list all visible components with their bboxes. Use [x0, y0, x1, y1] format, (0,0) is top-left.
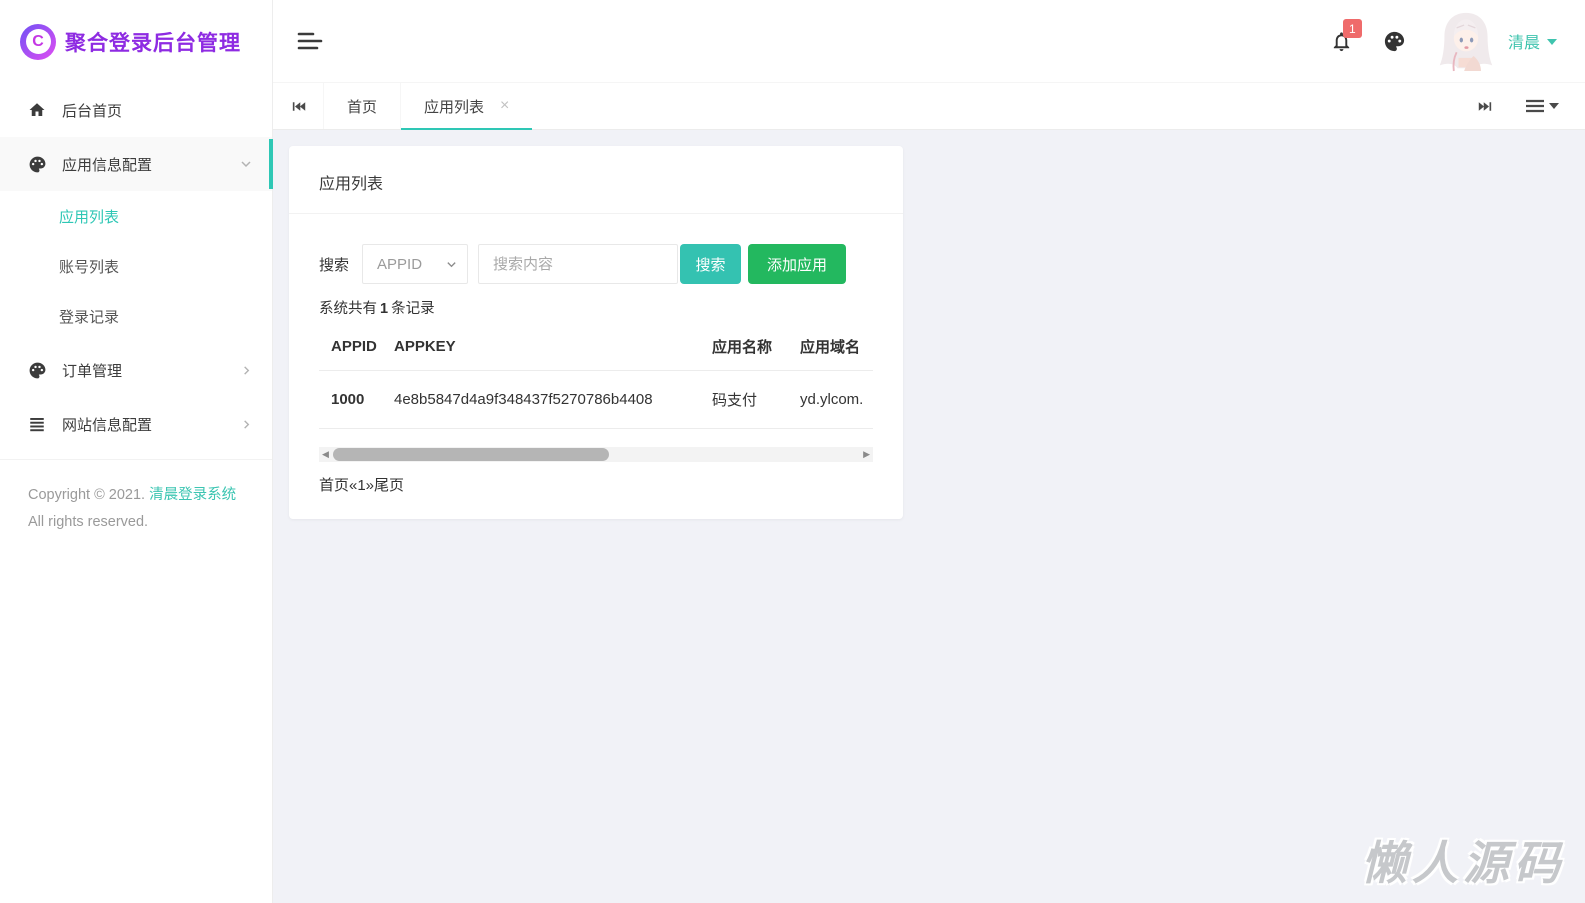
caret-down-icon [1547, 39, 1557, 45]
scroll-right-arrow-icon[interactable]: ▶ [863, 450, 870, 459]
sidebar-item-label: 后台首页 [62, 102, 123, 120]
notification-bell-icon[interactable]: 1 [1330, 18, 1362, 53]
list-icon [27, 415, 47, 433]
topbar: 1 清晨 [273, 0, 1585, 83]
copyright-text: Copyright © 2021. 清晨登录系统 All rights rese… [0, 460, 272, 536]
caret-down-icon [1549, 103, 1559, 109]
notification-badge: 1 [1342, 18, 1362, 38]
table-row: 1000 4e8b5847d4a9f348437f5270786b4408 码支… [319, 370, 873, 429]
brand-title: 聚合登录后台管理 [65, 31, 241, 55]
sidebar-item-dashboard[interactable]: 后台首页 [0, 83, 272, 137]
tabs-menu-icon[interactable] [1526, 99, 1559, 113]
brand-logo-icon: C [20, 23, 56, 60]
sidebar-menu: 后台首页 应用信息配置 应用列表 账号列表 登录记录 订单管理 网站信息配置 [0, 83, 273, 451]
tabbar-right [1445, 83, 1585, 129]
summary-count: 1 [380, 301, 389, 317]
search-form: 搜索 APPID 搜索 添加应用 [319, 244, 873, 284]
search-field-select[interactable]: APPID [362, 244, 469, 284]
sidebar-item-label: 订单管理 [62, 362, 123, 380]
copyright-prefix: Copyright © 2021. [28, 487, 146, 503]
sidebar-subitem-label: 应用列表 [59, 208, 120, 226]
sidebar-item-label: 应用信息配置 [62, 156, 153, 174]
app-list-card: 应用列表 搜索 APPID 搜索 添加应用 [289, 146, 903, 519]
chevron-right-icon [241, 419, 252, 430]
sidebar-subitem-account-list[interactable]: 账号列表 [0, 241, 272, 291]
record-summary: 系统共有 1 条记录 [319, 297, 873, 318]
sidebar-item-site-config[interactable]: 网站信息配置 [0, 397, 272, 451]
tab-app-list[interactable]: 应用列表 × [400, 83, 533, 130]
cell-appkey: 4e8b5847d4a9f348437f5270786b4408 [393, 370, 711, 429]
watermark-text: 懒人源码 [1361, 837, 1565, 889]
cell-app-name: 码支付 [711, 370, 799, 429]
tabs-scroll-left-icon[interactable] [273, 83, 323, 129]
content-area: 应用列表 搜索 APPID 搜索 添加应用 [273, 130, 1585, 903]
close-icon[interactable]: × [500, 98, 509, 114]
copyright-suffix: All rights reserved. [28, 514, 149, 530]
horizontal-scrollbar[interactable]: ◀ ▶ [319, 447, 873, 462]
summary-suffix: 条记录 [391, 301, 435, 317]
home-icon [27, 101, 47, 119]
sidebar-submenu: 应用列表 账号列表 登录记录 [0, 191, 272, 341]
scroll-left-arrow-icon[interactable]: ◀ [322, 450, 329, 459]
username: 清晨 [1507, 35, 1540, 52]
search-label: 搜索 [319, 256, 350, 274]
pagination[interactable]: 首页«1»尾页 [319, 474, 873, 495]
chevron-down-icon [446, 259, 457, 270]
tabs-scroll-right-icon[interactable] [1477, 98, 1494, 115]
card-body: 搜索 APPID 搜索 添加应用 系统共有1条记录 [289, 214, 903, 519]
sidebar-subitem-label: 登录记录 [59, 308, 120, 326]
chevron-down-icon [240, 158, 252, 170]
sidebar-item-app-config[interactable]: 应用信息配置 [0, 137, 273, 191]
tab-label: 应用列表 [424, 98, 485, 116]
tab-home[interactable]: 首页 [323, 83, 400, 129]
copyright-link[interactable]: 清晨登录系统 [149, 487, 236, 503]
chevron-right-icon [241, 365, 252, 376]
sidebar-toggle-icon[interactable] [297, 30, 323, 52]
theme-palette-icon[interactable] [1383, 30, 1406, 53]
cell-appid: 1000 [319, 370, 393, 429]
app-root: C 聚合登录后台管理 后台首页 应用信息配置 应用列表 账号列表 登录记录 订单… [0, 0, 1585, 903]
topbar-right: 1 清晨 [1330, 9, 1557, 73]
search-button[interactable]: 搜索 [680, 244, 742, 284]
summary-prefix: 系统共有 [319, 301, 377, 317]
sidebar-subitem-label: 账号列表 [59, 258, 120, 276]
sidebar-item-order-management[interactable]: 订单管理 [0, 343, 272, 397]
avatar[interactable] [1436, 9, 1496, 73]
scrollbar-thumb[interactable] [333, 448, 609, 461]
tab-bar: 首页 应用列表 × [273, 83, 1585, 130]
user-menu[interactable]: 清晨 [1508, 29, 1557, 53]
brand-logo[interactable]: C 聚合登录后台管理 [0, 0, 272, 83]
sidebar-subitem-login-records[interactable]: 登录记录 [0, 291, 272, 341]
search-field-value: APPID [377, 255, 423, 273]
app-table: APPID APPKEY 应用名称 应用域名 1000 4e8b5847d4a9… [319, 322, 873, 429]
table-header-row: APPID APPKEY 应用名称 应用域名 [319, 322, 873, 371]
palette-icon [27, 361, 47, 380]
palette-icon [27, 155, 47, 174]
add-app-button[interactable]: 添加应用 [748, 244, 847, 284]
main-column: 1 清晨 首页 应用列表 × 应用列表 搜索 APPID 搜索内容 搜索 添加应… [273, 0, 1585, 903]
col-app-domain: 应用域名 [800, 339, 861, 356]
sidebar-subitem-app-list[interactable]: 应用列表 [0, 191, 272, 241]
sidebar-item-label: 网站信息配置 [62, 416, 153, 434]
col-app-name: 应用名称 [712, 339, 773, 356]
cell-app-domain: yd.ylcom. [799, 370, 873, 429]
app-table-wrap: APPID APPKEY 应用名称 应用域名 1000 4e8b5847d4a9… [319, 322, 873, 429]
tab-label: 首页 [347, 98, 378, 116]
brand-logo-letter: C [25, 29, 51, 54]
card-title: 应用列表 [289, 146, 903, 214]
col-appkey: APPKEY [394, 338, 456, 355]
sidebar: C 聚合登录后台管理 后台首页 应用信息配置 应用列表 账号列表 登录记录 订单… [0, 0, 273, 903]
col-appid: APPID [331, 338, 377, 355]
search-input[interactable] [478, 244, 679, 284]
